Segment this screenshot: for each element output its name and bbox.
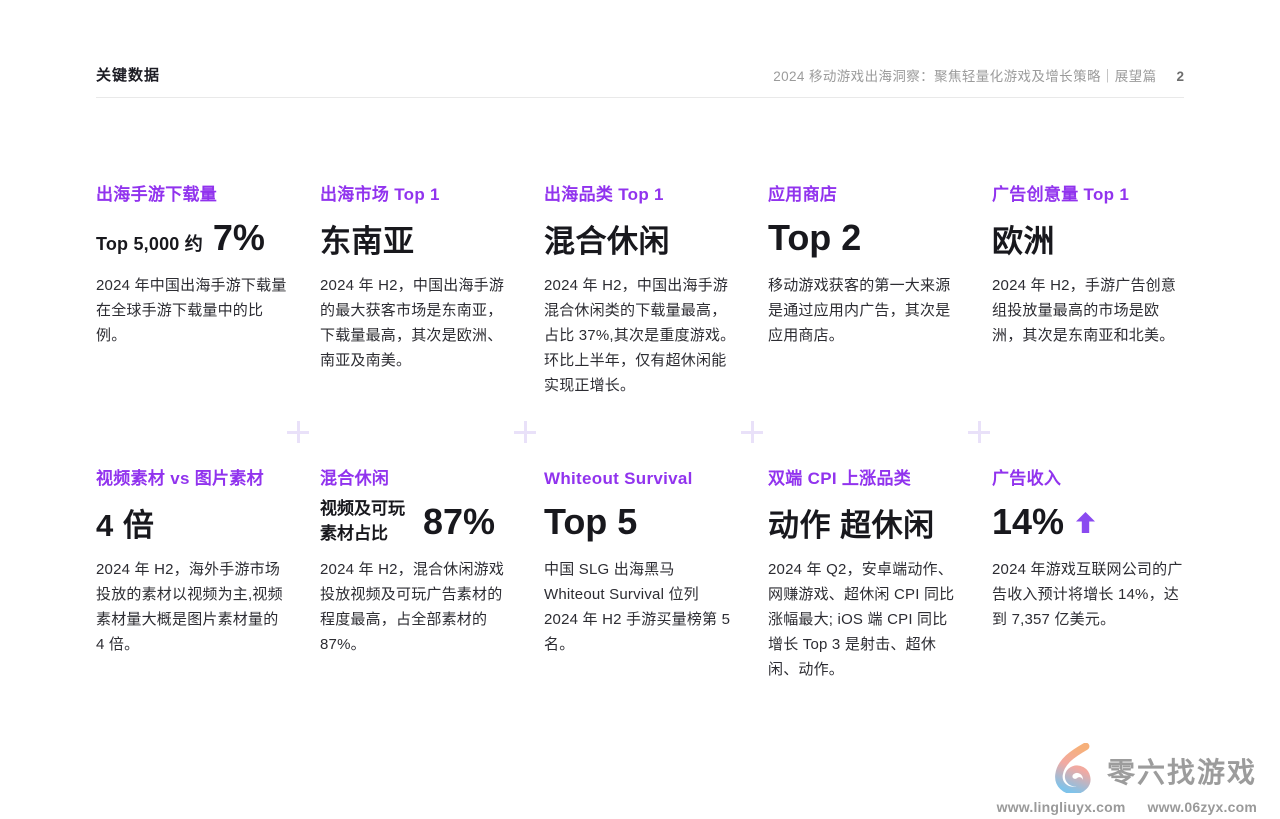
card-value: Top 2 xyxy=(768,206,960,270)
stat-card-cpi-rising: 双端 CPI 上涨品类 动作 超休闲 2024 年 Q2，安卓端动作、网赚游戏、… xyxy=(768,468,960,752)
card-value: Top 5 xyxy=(544,490,736,554)
card-description: 2024 年 Q2，安卓端动作、网赚游戏、超休闲 CPI 同比涨幅最大; iOS… xyxy=(768,557,960,682)
stat-card-whiteout-survival: Whiteout Survival Top 5 中国 SLG 出海黑马 Whit… xyxy=(544,468,736,752)
plus-decoration-icon xyxy=(968,421,990,443)
card-description: 中国 SLG 出海黑马 Whiteout Survival 位列 2024 年 … xyxy=(544,557,736,657)
stat-card-downloads: 出海手游下载量 Top 5,000 约 7% 2024 年中国出海手游下载量在全… xyxy=(96,184,288,468)
doc-title: 2024 移动游戏出海洞察：聚焦轻量化游戏及增长策略｜展望篇 xyxy=(773,65,1156,85)
watermark-top: 零六找游戏 xyxy=(1049,743,1257,798)
card-title: 出海市场 Top 1 xyxy=(320,184,512,206)
stat-cards-grid: 出海手游下载量 Top 5,000 约 7% 2024 年中国出海手游下载量在全… xyxy=(96,184,1184,752)
watermark-urls: www.lingliuyx.com www.06zyx.com xyxy=(997,799,1257,815)
section-title: 关键数据 xyxy=(96,64,160,85)
value-main: 4 倍 xyxy=(96,500,154,545)
stat-card-top-genre: 出海品类 Top 1 混合休闲 2024 年 H2，中国出海手游混合休闲类的下载… xyxy=(544,184,736,468)
card-description: 2024 年游戏互联网公司的广告收入预计将增长 14%，达到 7,357 亿美元… xyxy=(992,557,1184,632)
plus-decoration-icon xyxy=(741,421,763,443)
up-arrow-icon xyxy=(1076,512,1095,533)
card-description: 2024 年 H2，中国出海手游混合休闲类的下载量最高，占比 37%,其次是重度… xyxy=(544,273,736,398)
card-value: 动作 超休闲 xyxy=(768,490,960,554)
page-number: 2 xyxy=(1176,69,1184,84)
card-description: 2024 年 H2，手游广告创意组投放量最高的市场是欧洲，其次是东南亚和北美。 xyxy=(992,273,1184,348)
card-title: 广告收入 xyxy=(992,468,1184,490)
card-title: 双端 CPI 上涨品类 xyxy=(768,468,960,490)
card-description: 2024 年 H2，海外手游市场投放的素材以视频为主,视频素材量大概是图片素材量… xyxy=(96,557,288,657)
watermark-url-2: www.06zyx.com xyxy=(1148,799,1257,815)
value-main: 混合休闲 xyxy=(544,216,670,261)
watermark-logo-icon xyxy=(1049,743,1099,798)
stat-card-top-market: 出海市场 Top 1 东南亚 2024 年 H2，中国出海手游的最大获客市场是东… xyxy=(320,184,512,468)
card-title: 混合休闲 xyxy=(320,468,512,490)
value-main: 87% xyxy=(423,501,495,543)
header-divider xyxy=(96,97,1184,98)
card-value: 欧洲 xyxy=(992,206,1184,270)
stat-card-ad-creatives: 广告创意量 Top 1 欧洲 2024 年 H2，手游广告创意组投放量最高的市场… xyxy=(992,184,1184,468)
value-prefix: 视频及可玩 素材占比 xyxy=(320,497,405,546)
doc-meta: 2024 移动游戏出海洞察：聚焦轻量化游戏及增长策略｜展望篇 2 xyxy=(773,65,1184,85)
card-title: 应用商店 xyxy=(768,184,960,206)
value-prefix-line1: 视频及可玩 xyxy=(320,499,405,518)
card-value: 14% xyxy=(992,490,1184,554)
stat-card-hybrid-casual-share: 混合休闲 视频及可玩 素材占比 87% 2024 年 H2，混合休闲游戏投放视频… xyxy=(320,468,512,752)
plus-decoration-icon xyxy=(514,421,536,443)
value-main: Top 5 xyxy=(544,501,637,543)
value-prefix: Top 5,000 约 xyxy=(96,230,203,256)
card-description: 移动游戏获客的第一大来源是通过应用内广告，其次是应用商店。 xyxy=(768,273,960,348)
card-value: 东南亚 xyxy=(320,206,512,270)
page-header: 关键数据 2024 移动游戏出海洞察：聚焦轻量化游戏及增长策略｜展望篇 2 xyxy=(96,64,1184,85)
value-main: 欧洲 xyxy=(992,216,1055,261)
stat-card-video-vs-image: 视频素材 vs 图片素材 4 倍 2024 年 H2，海外手游市场投放的素材以视… xyxy=(96,468,288,752)
value-main: 动作 超休闲 xyxy=(768,500,935,545)
report-page: 关键数据 2024 移动游戏出海洞察：聚焦轻量化游戏及增长策略｜展望篇 2 出海… xyxy=(0,0,1280,819)
card-title: 视频素材 vs 图片素材 xyxy=(96,468,288,490)
stat-card-app-store: 应用商店 Top 2 移动游戏获客的第一大来源是通过应用内广告，其次是应用商店。 xyxy=(768,184,960,468)
value-main: Top 2 xyxy=(768,217,861,259)
card-title: 出海品类 Top 1 xyxy=(544,184,736,206)
card-value: 4 倍 xyxy=(96,490,288,554)
value-prefix-line2: 素材占比 xyxy=(320,524,388,543)
watermark: 零六找游戏 www.lingliuyx.com www.06zyx.com xyxy=(997,743,1257,815)
value-main: 14% xyxy=(992,501,1064,543)
stat-card-ad-revenue: 广告收入 14% 2024 年游戏互联网公司的广告收入预计将增长 14%，达到 … xyxy=(992,468,1184,752)
card-value: 混合休闲 xyxy=(544,206,736,270)
card-description: 2024 年 H2，中国出海手游的最大获客市场是东南亚，下载量最高，其次是欧洲、… xyxy=(320,273,512,373)
watermark-brand: 零六找游戏 xyxy=(1107,751,1257,791)
card-description: 2024 年中国出海手游下载量在全球手游下载量中的比例。 xyxy=(96,273,288,348)
card-title: Whiteout Survival xyxy=(544,468,736,490)
card-description: 2024 年 H2，混合休闲游戏投放视频及可玩广告素材的程度最高，占全部素材的 … xyxy=(320,557,512,657)
card-value: 视频及可玩 素材占比 87% xyxy=(320,490,512,554)
plus-decoration-icon xyxy=(287,421,309,443)
value-main: 东南亚 xyxy=(320,216,415,261)
watermark-url-1: www.lingliuyx.com xyxy=(997,799,1126,815)
card-value: Top 5,000 约 7% xyxy=(96,206,288,270)
card-title: 广告创意量 Top 1 xyxy=(992,184,1184,206)
value-main: 7% xyxy=(213,217,265,259)
card-title: 出海手游下载量 xyxy=(96,184,288,206)
